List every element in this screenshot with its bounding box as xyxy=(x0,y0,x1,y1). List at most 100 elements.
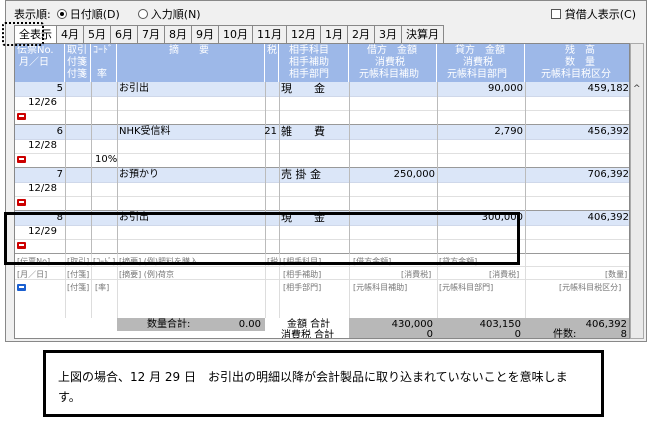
memo-red-icon xyxy=(17,199,26,206)
table-row[interactable]: 6 12/28 10% NHK受信料 21 雑 費 2,790 456,392 xyxy=(15,125,629,168)
tab-6[interactable]: 9月 xyxy=(191,25,219,43)
col-divider xyxy=(349,168,350,211)
grid-header: 伝票No. 月／日 取引 付箋 付箋 ｺｰﾄﾞ 率 摘 要 税 相手科目 相手補… xyxy=(15,44,629,82)
slip-date: 12/28 xyxy=(28,183,57,194)
tab-9[interactable]: 12月 xyxy=(286,25,321,43)
tab-11[interactable]: 2月 xyxy=(347,25,375,43)
col-divider xyxy=(91,125,92,168)
col-divider xyxy=(525,254,526,318)
header-tag: 取引 付箋 付箋 xyxy=(65,44,91,82)
balance: 706,392 xyxy=(587,169,629,180)
all-tab-highlight xyxy=(2,22,44,46)
col-divider xyxy=(279,82,280,125)
header-balance: 残 高 数 量 元帳科目税区分 xyxy=(541,45,611,80)
col-divider xyxy=(525,82,526,125)
header-no-date: 伝票No. 月／日 xyxy=(15,44,65,82)
journal-grid: 伝票No. 月／日 取引 付箋 付箋 ｺｰﾄﾞ 率 摘 要 税 相手科目 相手補… xyxy=(14,43,630,339)
row-divider xyxy=(15,182,629,183)
vertical-scrollbar[interactable]: ^ xyxy=(630,43,644,339)
row-divider xyxy=(15,196,629,197)
slip-no: 5 xyxy=(56,83,63,94)
table-row[interactable]: 5 12/26 お引出 現 金 90,000 459,182 xyxy=(15,82,629,125)
col-divider xyxy=(65,82,66,125)
scroll-up-icon[interactable]: ^ xyxy=(633,84,641,94)
lender-checkbox[interactable] xyxy=(550,9,561,19)
tab-4[interactable]: 7月 xyxy=(137,25,165,43)
placeholder-text: [付箋] xyxy=(67,283,90,292)
tab-5[interactable]: 8月 xyxy=(164,25,192,43)
row-divider xyxy=(15,139,629,140)
tab-7[interactable]: 10月 xyxy=(218,25,253,43)
tab-8[interactable]: 11月 xyxy=(252,25,287,43)
slip-date: 12/26 xyxy=(28,97,57,108)
col-divider xyxy=(65,168,66,211)
credit-amount: 2,790 xyxy=(494,126,523,137)
tab-3[interactable]: 6月 xyxy=(110,25,138,43)
counter-account: 現 金 xyxy=(281,82,325,95)
header-debit: 借方 金額 消費税 元帳科目補助 xyxy=(349,44,437,82)
balance: 406,392 xyxy=(587,212,629,223)
tab-12[interactable]: 3月 xyxy=(374,25,402,43)
sort-input-label[interactable]: 入力順(N) xyxy=(151,6,201,22)
slip-date: 12/28 xyxy=(28,140,57,151)
row-stripe xyxy=(15,168,629,182)
header-summary: 摘 要 xyxy=(117,44,265,82)
col-divider xyxy=(265,168,266,211)
slip-no: 7 xyxy=(56,169,63,180)
balance-total-box: 406,392 件数: 8 xyxy=(525,318,629,338)
memo-red-icon xyxy=(17,113,26,120)
sort-toolbar: 表示順: 日付順(D) 入力順(N) 貸借人表示(C) xyxy=(14,5,644,23)
col-divider xyxy=(91,168,92,211)
credit-total-box: 403,150 0 xyxy=(437,318,525,338)
header-tax: 税 xyxy=(265,44,279,82)
tab-1[interactable]: 4月 xyxy=(56,25,84,43)
memo-red-icon xyxy=(17,156,26,163)
tab-10[interactable]: 1月 xyxy=(320,25,348,43)
tab-13[interactable]: 決算月 xyxy=(401,25,444,43)
credit-amount: 90,000 xyxy=(488,83,523,94)
col-divider xyxy=(117,168,118,211)
col-divider xyxy=(349,125,350,168)
col-divider xyxy=(525,211,526,254)
col-divider xyxy=(65,125,66,168)
row-divider xyxy=(15,279,629,280)
counter-account: 売 掛 金 xyxy=(281,168,321,181)
placeholder-text: [元帳科目部門] xyxy=(439,283,494,292)
lender-label[interactable]: 貸借人表示(C) xyxy=(565,6,636,22)
col-divider xyxy=(437,168,438,211)
table-row[interactable]: 7 12/28 お預かり 売 掛 金 250,000 706,392 xyxy=(15,168,629,211)
sort-date-radio[interactable] xyxy=(56,9,67,19)
tax-code: 21 xyxy=(264,126,277,137)
debit-amount: 250,000 xyxy=(393,169,435,180)
col-divider xyxy=(265,82,266,125)
tax-rate: 10% xyxy=(95,154,118,165)
balance: 456,392 xyxy=(587,126,629,137)
col-divider xyxy=(117,82,118,125)
tab-2[interactable]: 5月 xyxy=(83,25,111,43)
header-account: 相手科目 相手補助 相手部門 xyxy=(279,44,349,82)
journal-window: 表示順: 日付順(D) 入力順(N) 貸借人表示(C) 全表示 4月 5月 6月 7月 8… xyxy=(5,0,647,342)
summary: NHK受信料 xyxy=(119,126,171,137)
header-credit: 貸方 金額 消費税 元帳科目部門 xyxy=(437,44,525,82)
placeholder-text: [率] xyxy=(95,283,110,292)
slip-no: 6 xyxy=(56,126,63,137)
sort-input-radio[interactable] xyxy=(137,9,148,19)
counter-account: 雑 費 xyxy=(281,125,325,138)
explanation-note: 上図の場合、12 月 29 日 お引出の明細以降が会計製品に取り込まれていないこ… xyxy=(43,350,604,417)
col-divider xyxy=(525,125,526,168)
qty-total-bar: 数量合計: 0.00 xyxy=(117,318,265,331)
sort-date-label[interactable]: 日付順(D) xyxy=(70,6,120,22)
col-divider xyxy=(525,168,526,211)
col-divider xyxy=(349,82,350,125)
row-divider xyxy=(15,96,629,97)
month-tabs: 全表示 4月 5月 6月 7月 8月 9月 10月 11月 12月 1月 2月 3月 決算月 xyxy=(14,25,444,43)
header-code: ｺｰﾄﾞ 率 xyxy=(91,44,117,82)
col-divider xyxy=(437,82,438,125)
placeholder-text: [相手部門] xyxy=(283,283,322,292)
memo-blue-icon xyxy=(17,284,26,291)
col-divider xyxy=(279,125,280,168)
summary: お引出 xyxy=(119,83,149,94)
summary: お預かり xyxy=(119,169,159,180)
placeholder-text: [元帳科目補助] xyxy=(353,283,408,292)
row-divider xyxy=(15,266,629,267)
